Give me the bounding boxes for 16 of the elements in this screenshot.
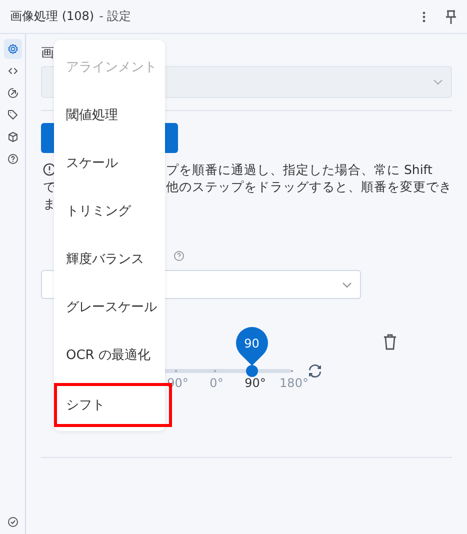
menu-item[interactable]: 閾値処理 [54,91,165,139]
tick-label: 180° [280,376,308,390]
info-text: プを順番に通過し、指定した場合、常に Shift [166,161,432,178]
tick-label: 0° [210,376,224,390]
menu-item[interactable]: グレースケール [54,283,165,331]
field-label: 画 [41,45,55,63]
menu-item[interactable]: シフト [54,383,172,427]
menu-item[interactable]: OCR の最適化 [54,331,165,379]
info-text: 他のステップをドラッグすると、順番を変更でき [166,178,452,195]
menu-item[interactable]: スケール [54,139,165,187]
panel-title: 画像処理 (108) [10,8,94,25]
info-text-fragment: ま [43,195,56,212]
panel-subtitle: - 設定 [99,8,132,25]
menu-item[interactable]: 輝度バランス [54,235,165,283]
tick-label: 90° [244,376,266,390]
menu-item[interactable]: トリミング [54,187,165,235]
